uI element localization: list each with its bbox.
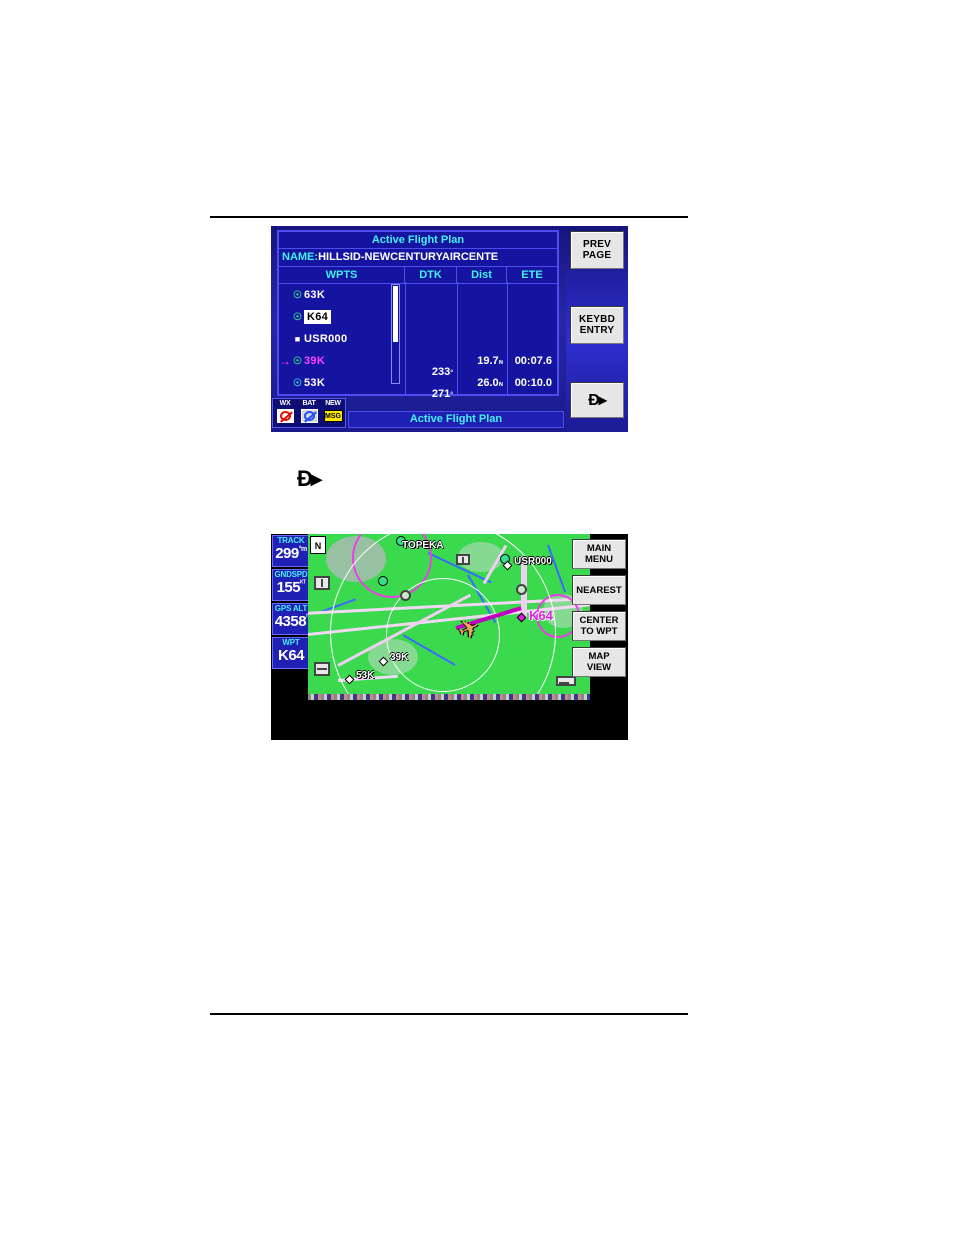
flight-plan-name-row[interactable]: NAME:HILLSID-NEWCENTURYAIRCENTE	[279, 249, 557, 267]
status-label-new: NEW	[325, 400, 341, 407]
table-row[interactable]: ☉ K64	[279, 306, 405, 328]
active-flight-plan-screen: Active Flight Plan NAME:HILLSID-NEWCENTU…	[271, 226, 628, 432]
direct-to-button[interactable]: Đ▸	[570, 382, 624, 418]
ete-value: 00:07.6	[514, 355, 552, 367]
moving-map-screen: TRACK 299°m GNDSPD 155ᴷᵀ GPS ALT 4358ᶠ W…	[271, 534, 628, 740]
msg-icon[interactable]: MSG	[323, 410, 343, 422]
waypoint-id-active: 39K	[304, 355, 326, 367]
ete-value: 00:10.0	[514, 377, 552, 389]
battery-unavailable-icon	[300, 409, 318, 423]
flight-plan-panel: Active Flight Plan NAME:HILLSID-NEWCENTU…	[277, 230, 559, 400]
direct-to-icon-callout: Đ▸	[297, 466, 322, 491]
navaid-icon	[400, 590, 411, 601]
north-indicator: N	[310, 536, 326, 554]
map-label-39k: 39K	[390, 652, 409, 663]
wpt-value: K64	[277, 647, 305, 664]
main-menu-line1: MAIN	[586, 543, 612, 554]
keybd-entry-line2: ENTRY	[579, 325, 615, 336]
prev-page-line1: PREV	[582, 239, 612, 250]
col-header-ete: ETE	[521, 269, 543, 281]
page-title-bar: Active Flight Plan	[348, 411, 564, 428]
map-label-usr000: USR000	[514, 556, 552, 567]
table-row[interactable]: ■ USR000	[279, 328, 405, 350]
waypoint-id: USR000	[304, 333, 348, 345]
airport-icon-cyan: ☉	[293, 377, 302, 389]
main-menu-button[interactable]: MAIN MENU	[572, 539, 626, 569]
status-label-wx: WX	[279, 400, 291, 407]
center-to-wpt-line1: CENTER	[579, 615, 619, 626]
center-to-wpt-button[interactable]: CENTER TO WPT	[572, 611, 626, 641]
airport-icon: ☉	[293, 355, 302, 367]
nearest-line1: NEAREST	[576, 584, 622, 596]
status-bar: WX BAT NEW MSG	[272, 398, 346, 428]
dist-value: 19.7ɴ	[477, 355, 503, 367]
map-canvas[interactable]: N USR000 K64 39K 53K TOPEKA ✈	[308, 534, 590, 694]
wx-unavailable-icon	[276, 409, 294, 423]
center-to-wpt-line2: TO WPT	[580, 626, 618, 637]
waypoint-list[interactable]: ☉ 63K ☉ K64 ■ USR000 → ☉ 39K ☉ 53K 19.7ɴ…	[279, 282, 557, 400]
table-row[interactable]: ☉ 63K	[279, 284, 405, 306]
map-label-k64: K64	[529, 608, 553, 623]
dist-value: 26.0ɴ	[477, 377, 503, 389]
data-field-column: TRACK 299°m GNDSPD 155ᴷᵀ GPS ALT 4358ᶠ W…	[271, 534, 311, 694]
track-value: 299°m	[275, 545, 307, 562]
main-menu-line2: MENU	[585, 554, 613, 565]
map-label-53k: 53K	[356, 670, 375, 681]
map-screen-area: TRACK 299°m GNDSPD 155ᴷᵀ GPS ALT 4358ᶠ W…	[271, 534, 628, 700]
waypoint-id: 53K	[304, 377, 326, 389]
airport-icon: ☉	[293, 311, 302, 323]
status-label-bat: BAT	[302, 400, 316, 407]
prev-page-button[interactable]: PREV PAGE	[570, 231, 624, 269]
prev-page-line2: PAGE	[582, 250, 612, 261]
map-label-topeka: TOPEKA	[402, 540, 444, 551]
status-item-bat: BAT	[297, 399, 321, 427]
airport-symbol	[378, 576, 388, 586]
table-row[interactable]: → ☉ 39K	[279, 350, 405, 372]
status-item-wx: WX	[273, 399, 297, 427]
dtk-value: 271°	[431, 388, 453, 400]
flight-plan-name-label: NAME:	[282, 251, 319, 263]
col-header-dist: Dist	[457, 267, 507, 283]
track-field[interactable]: TRACK 299°m	[272, 535, 310, 567]
map-view-button[interactable]: MAP VIEW	[572, 647, 626, 677]
river-line	[547, 544, 567, 593]
waypoint-id-selected: K64	[304, 310, 332, 324]
scrollbar[interactable]	[391, 284, 400, 384]
user-waypoint-icon: ■	[294, 334, 301, 344]
page-rule-bottom	[210, 1013, 688, 1015]
map-bottom-strip	[308, 694, 590, 700]
gps-alt-value: 4358ᶠ	[274, 613, 308, 630]
dtk-value: 233°	[431, 366, 453, 378]
active-leg-arrow: →	[279, 354, 291, 368]
softkey-column: PREV PAGE KEYBD ENTRY Đ▸	[566, 226, 628, 432]
keybd-entry-button[interactable]: KEYBD ENTRY	[570, 306, 624, 344]
col-header-wpts: WPTS	[279, 267, 405, 283]
wpt-field[interactable]: WPT K64	[272, 637, 310, 669]
page-rule-top	[210, 216, 688, 218]
direct-to-icon: Đ▸	[588, 391, 607, 409]
map-symbol-icon	[456, 554, 470, 565]
map-symbol-icon	[314, 662, 330, 676]
scrollbar-thumb[interactable]	[393, 286, 398, 342]
gndspd-value: 155ᴷᵀ	[276, 579, 306, 596]
keybd-entry-line1: KEYBD	[578, 314, 615, 325]
status-item-new: NEW MSG	[321, 399, 345, 427]
gps-alt-field[interactable]: GPS ALT 4358ᶠ	[272, 603, 310, 635]
flight-plan-name-value: HILLSID-NEWCENTURYAIRCENTE	[318, 251, 499, 263]
waypoint-id: 63K	[304, 289, 326, 301]
map-view-line1: MAP	[588, 651, 610, 662]
map-view-line2: VIEW	[586, 662, 612, 673]
map-softkey-column: MAIN MENU NEAREST CENTER TO WPT MAP VIEW	[570, 534, 628, 700]
gndspd-field[interactable]: GNDSPD 155ᴷᵀ	[272, 569, 310, 601]
airport-icon: ☉	[293, 289, 302, 301]
table-row[interactable]: ☉ 53K	[279, 372, 405, 394]
nearest-button[interactable]: NEAREST	[572, 575, 626, 605]
col-header-dtk: DTK	[405, 267, 457, 283]
map-symbol-icon	[314, 576, 330, 590]
navaid-icon	[516, 584, 527, 595]
panel-title: Active Flight Plan	[279, 232, 557, 249]
